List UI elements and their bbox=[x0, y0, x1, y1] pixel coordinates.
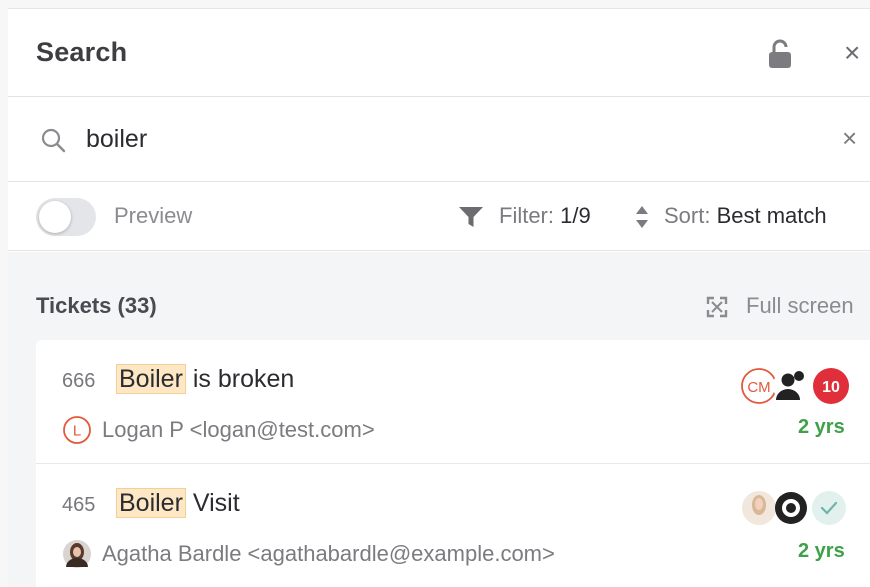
contact-name: Logan P <logan@test.com> bbox=[102, 417, 375, 442]
tickets-section-header: Tickets (33) Full screen bbox=[8, 252, 870, 340]
search-toolbar: Preview Filter: 1/9 Sort: Best match bbox=[8, 182, 870, 251]
panel-title: Search bbox=[36, 37, 128, 67]
agent-photo-avatar bbox=[742, 491, 776, 525]
ticket-age: 2 yrs bbox=[798, 540, 845, 562]
agent-initials: CM bbox=[747, 379, 770, 396]
filter-button[interactable]: Filter: 1/9 bbox=[499, 203, 591, 229]
close-icon[interactable]: × bbox=[844, 39, 860, 67]
ticket-badges: CM 10 bbox=[741, 368, 849, 404]
lock-open-icon[interactable] bbox=[766, 39, 794, 69]
filter-icon[interactable] bbox=[458, 206, 484, 228]
search-highlight: Boiler bbox=[116, 364, 186, 394]
contact-photo-avatar bbox=[63, 540, 91, 568]
preview-label: Preview bbox=[114, 203, 193, 228]
results-area: Tickets (33) Full screen 666 Boiler is b… bbox=[8, 252, 870, 587]
search-panel: Search × boiler × Preview Filter: 1/9 So… bbox=[8, 8, 870, 587]
toggle-knob bbox=[39, 201, 71, 233]
sort-icon[interactable] bbox=[634, 203, 650, 231]
search-highlight: Boiler bbox=[116, 488, 186, 518]
ticket-title-rest: Visit bbox=[185, 489, 240, 517]
ticket-row[interactable]: 666 Boiler is broken L Logan P <logan@te… bbox=[36, 340, 870, 464]
ticket-contact: L Logan P <logan@test.com> bbox=[62, 415, 375, 445]
ticket-row[interactable]: 465 Boiler Visit Agatha Bardle <agathaba… bbox=[36, 464, 870, 587]
preview-toggle[interactable] bbox=[36, 198, 96, 236]
search-input[interactable]: boiler bbox=[86, 125, 147, 154]
contact-initial-avatar: L bbox=[63, 416, 91, 444]
ticket-number: 465 bbox=[62, 494, 96, 516]
fullscreen-icon[interactable] bbox=[706, 296, 728, 318]
sort-value: Best match bbox=[716, 203, 827, 228]
ticket-badges bbox=[742, 491, 846, 525]
ticket-title-rest: is broken bbox=[185, 365, 295, 393]
filter-label: Filter: bbox=[499, 203, 554, 228]
ticket-age: 2 yrs bbox=[798, 416, 845, 438]
fullscreen-button[interactable]: Full screen bbox=[746, 293, 854, 319]
unread-count: 10 bbox=[822, 379, 840, 396]
ticket-title[interactable]: Boiler Visit bbox=[116, 488, 240, 518]
status-check-icon bbox=[812, 491, 846, 525]
search-header: Search × bbox=[8, 9, 870, 97]
ticket-contact: Agatha Bardle <agathabardle@example.com> bbox=[62, 539, 555, 569]
filter-value: 1/9 bbox=[560, 203, 591, 228]
contact-name: Agatha Bardle <agathabardle@example.com> bbox=[102, 541, 555, 566]
search-icon bbox=[41, 128, 66, 153]
sort-button[interactable]: Sort: Best match bbox=[664, 203, 827, 229]
gear-icon bbox=[775, 492, 807, 524]
search-bar[interactable]: boiler × bbox=[8, 97, 870, 182]
unread-count-badge: 10 bbox=[813, 368, 849, 404]
clear-icon[interactable]: × bbox=[842, 125, 857, 151]
sort-label: Sort: bbox=[664, 203, 711, 228]
contact-initial: L bbox=[73, 423, 81, 440]
ticket-title[interactable]: Boiler is broken bbox=[116, 364, 295, 394]
ticket-number: 666 bbox=[62, 370, 96, 392]
user-alert-icon bbox=[773, 368, 809, 404]
tickets-section-title: Tickets (33) bbox=[36, 293, 157, 318]
